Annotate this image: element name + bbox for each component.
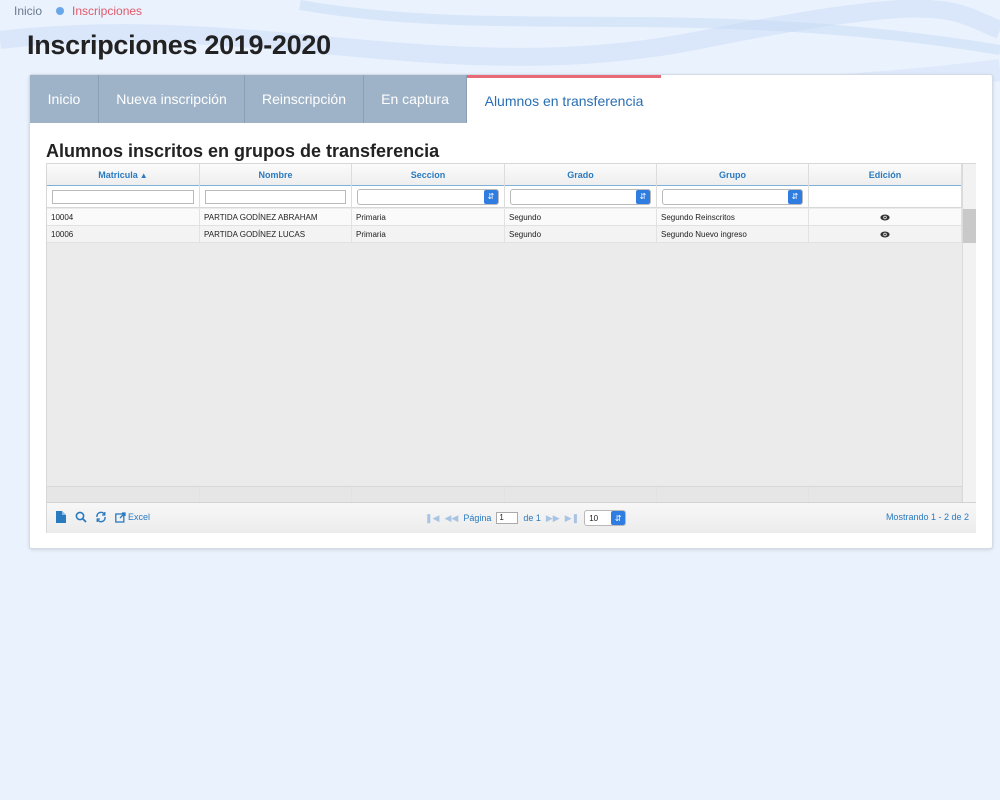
eye-icon[interactable] [880, 214, 890, 221]
tab-alumnos-en-transferencia[interactable]: Alumnos en transferencia [467, 75, 661, 123]
grid-footer-row [47, 486, 962, 503]
last-page-icon[interactable]: ▶❚ [565, 513, 579, 524]
cell-grado: Segundo [505, 226, 657, 243]
rows-per-page-select[interactable]: 10 ⇵ [584, 510, 627, 526]
select-chevron-icon: ⇵ [611, 511, 626, 525]
grid-header: Matricula ▲ Nombre Seccion Grado Grupo E… [47, 164, 962, 186]
column-header-edicion[interactable]: Edición [809, 164, 962, 186]
tab-reinscripcion[interactable]: Reinscripción [245, 75, 364, 123]
breadcrumb-separator-icon [56, 7, 65, 15]
data-grid: Matricula ▲ Nombre Seccion Grado Grupo E… [46, 163, 976, 533]
filter-row: ⇵ ⇵ ⇵ [47, 186, 962, 208]
column-header-matricula[interactable]: Matricula ▲ [47, 164, 200, 186]
pager-summary: Mostrando 1 - 2 de 2 [885, 512, 969, 522]
column-header-grupo[interactable]: Grupo [657, 164, 809, 186]
export-excel-label: Excel [128, 512, 151, 522]
cell-grupo: Segundo Nuevo ingreso [657, 226, 809, 243]
cell-seccion: Primaria [352, 209, 505, 226]
pager-bar: Excel ❚◀ ◀◀ Página 1 de 1 ▶▶ ▶❚ 10 ⇵ Mos… [47, 502, 976, 533]
page-label: Página [463, 513, 492, 523]
sort-asc-icon: ▲ [139, 170, 148, 180]
first-page-icon[interactable]: ❚◀ [425, 513, 439, 524]
pager-navigation: ❚◀ ◀◀ Página 1 de 1 ▶▶ ▶❚ 10 ⇵ [425, 510, 627, 526]
cell-nombre: PARTIDA GODÍNEZ ABRAHAM [200, 209, 352, 226]
column-header-grado[interactable]: Grado [505, 164, 657, 186]
select-chevron-icon: ⇵ [484, 190, 498, 204]
export-excel-button[interactable]: Excel [115, 511, 151, 523]
tab-inicio[interactable]: Inicio [30, 75, 99, 123]
breadcrumb: Inicio Inscripciones [14, 4, 142, 18]
external-link-icon [115, 511, 126, 523]
cell-seccion: Primaria [352, 226, 505, 243]
breadcrumb-current: Inscripciones [72, 4, 143, 18]
cell-grado: Segundo [505, 209, 657, 226]
cell-edicion [809, 226, 962, 243]
vertical-scrollbar[interactable] [962, 164, 976, 502]
table-row[interactable]: 10004 PARTIDA GODÍNEZ ABRAHAM Primaria S… [47, 209, 962, 226]
filter-nombre-input[interactable] [205, 190, 346, 204]
prev-page-icon[interactable]: ◀◀ [444, 513, 458, 524]
filter-grupo-select[interactable]: ⇵ [662, 189, 803, 205]
cell-grupo: Segundo Reinscritos [657, 209, 809, 226]
table-row[interactable]: 10006 PARTIDA GODÍNEZ LUCAS Primaria Seg… [47, 226, 962, 243]
tab-nueva-inscripcion[interactable]: Nueva inscripción [99, 75, 245, 123]
page-number-input[interactable]: 1 [496, 512, 519, 524]
page-total-label: de 1 [523, 513, 541, 523]
cell-matricula: 10006 [47, 226, 200, 243]
new-document-icon[interactable] [55, 511, 67, 523]
search-icon[interactable] [75, 511, 87, 523]
pager-actions: Excel [55, 511, 150, 523]
filter-edicion-empty [809, 186, 962, 208]
page-title: Inscripciones 2019-2020 [27, 30, 331, 60]
select-chevron-icon: ⇵ [788, 190, 802, 204]
select-chevron-icon: ⇵ [636, 190, 650, 204]
cell-matricula: 10004 [47, 209, 200, 226]
next-page-icon[interactable]: ▶▶ [546, 513, 560, 524]
main-card: Inicio Nueva inscripción Reinscripción E… [29, 74, 993, 549]
tab-bar: Inicio Nueva inscripción Reinscripción E… [30, 75, 661, 123]
column-header-seccion[interactable]: Seccion [352, 164, 505, 186]
tab-en-captura[interactable]: En captura [364, 75, 467, 123]
scrollbar-thumb[interactable] [963, 209, 976, 243]
grid-rows: 10004 PARTIDA GODÍNEZ ABRAHAM Primaria S… [47, 209, 962, 243]
breadcrumb-home[interactable]: Inicio [14, 4, 42, 18]
section-title: Alumnos inscritos en grupos de transfere… [46, 141, 440, 161]
filter-matricula-input[interactable] [52, 190, 194, 204]
filter-grado-select[interactable]: ⇵ [510, 189, 651, 205]
refresh-icon[interactable] [95, 511, 107, 523]
cell-edicion [809, 209, 962, 226]
eye-icon[interactable] [880, 231, 890, 238]
filter-seccion-select[interactable]: ⇵ [357, 189, 499, 205]
cell-nombre: PARTIDA GODÍNEZ LUCAS [200, 226, 352, 243]
column-header-nombre[interactable]: Nombre [200, 164, 352, 186]
